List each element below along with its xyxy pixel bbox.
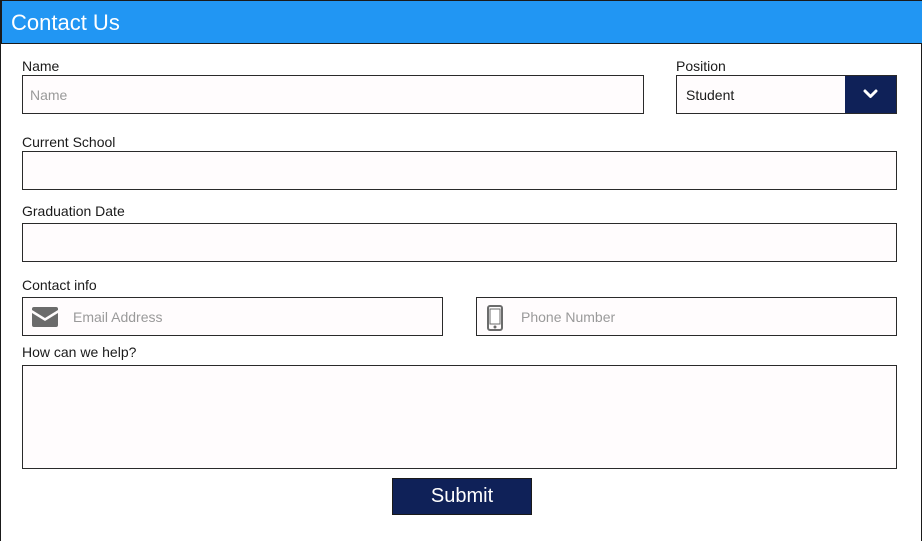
chevron-down-icon: [863, 89, 878, 98]
page-title: Contact Us: [11, 10, 120, 35]
contact-form-window: Contact Us Name Position Student Current…: [0, 0, 922, 541]
current-school-field[interactable]: [22, 151, 897, 190]
current-school-label: Current School: [22, 134, 116, 150]
graduation-date-input[interactable]: [23, 224, 896, 261]
position-select[interactable]: Student: [676, 75, 897, 114]
graduation-date-field[interactable]: [22, 223, 897, 262]
position-dropdown-button[interactable]: [845, 76, 896, 113]
phone-field[interactable]: [476, 297, 897, 336]
name-label: Name: [22, 58, 60, 74]
position-selected-value: Student: [686, 87, 735, 103]
contact-info-label: Contact info: [22, 277, 97, 293]
graduation-date-label: Graduation Date: [22, 203, 125, 219]
help-field[interactable]: [22, 365, 897, 469]
position-label: Position: [676, 58, 726, 74]
submit-button[interactable]: Submit: [392, 478, 532, 515]
email-input[interactable]: [23, 298, 442, 335]
phone-input[interactable]: [477, 298, 896, 335]
help-textarea[interactable]: [23, 366, 896, 468]
email-field[interactable]: [22, 297, 443, 336]
header-bar: Contact Us: [1, 0, 922, 44]
help-label: How can we help?: [22, 344, 137, 360]
name-field[interactable]: [22, 75, 644, 114]
name-input[interactable]: [23, 76, 643, 113]
current-school-input[interactable]: [23, 152, 896, 189]
